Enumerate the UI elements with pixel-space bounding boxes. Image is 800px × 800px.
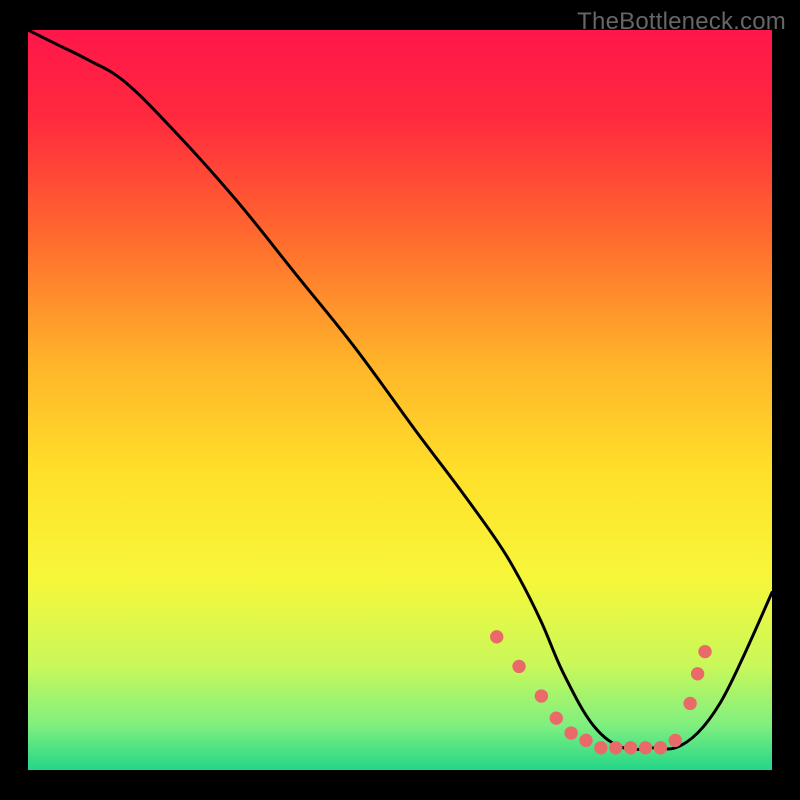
watermark-text: TheBottleneck.com — [577, 8, 786, 36]
outer-frame: TheBottleneck.com — [0, 0, 800, 800]
plot-area — [28, 30, 772, 770]
highlight-point — [490, 630, 503, 643]
highlight-point — [579, 734, 592, 747]
highlight-point — [669, 734, 682, 747]
highlight-point — [624, 741, 637, 754]
highlight-point — [535, 689, 548, 702]
bottleneck-curve — [28, 30, 772, 750]
bottleneck-curve-svg — [28, 30, 772, 770]
highlight-point — [564, 726, 577, 739]
highlight-point — [512, 660, 525, 673]
highlight-point — [654, 741, 667, 754]
highlight-point — [691, 667, 704, 680]
highlight-point — [698, 645, 711, 658]
highlight-point — [609, 741, 622, 754]
highlight-point — [594, 741, 607, 754]
highlight-point — [639, 741, 652, 754]
highlight-point — [550, 712, 563, 725]
highlight-point — [683, 697, 696, 710]
